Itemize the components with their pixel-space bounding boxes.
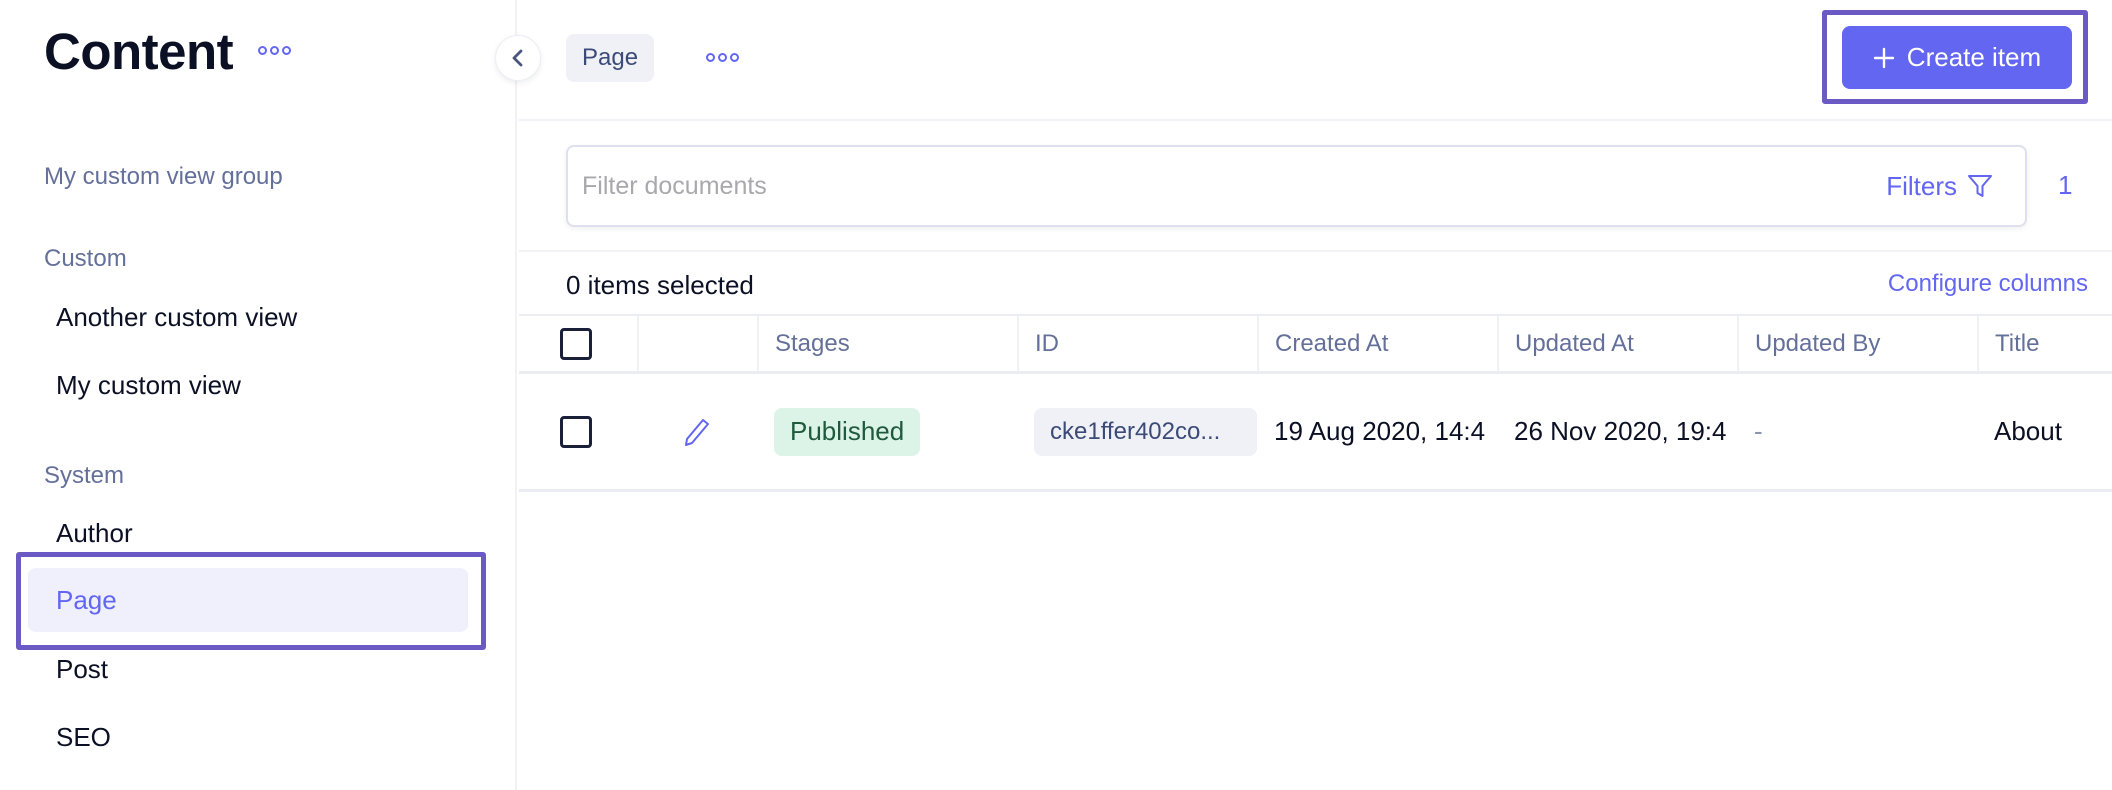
active-filter-count[interactable]: 1 <box>2058 170 2072 201</box>
divider <box>519 250 2112 252</box>
row-checkbox-cell <box>560 374 592 489</box>
column-header-updated-at[interactable]: Updated At <box>1497 316 1737 371</box>
sidebar: Content My custom view group Custom Anot… <box>0 0 517 790</box>
column-header-updated-by[interactable]: Updated By <box>1737 316 1977 371</box>
edit-cell <box>683 374 711 489</box>
sidebar-item-label: SEO <box>56 721 111 752</box>
column-header-id[interactable]: ID <box>1017 316 1257 371</box>
table-row[interactable]: Published cke1ffer402co... 19 Aug 2020, … <box>519 374 2112 492</box>
create-item-label: Create item <box>1906 42 2042 72</box>
chevron-left-icon <box>512 49 523 67</box>
filter-documents-input[interactable] <box>582 147 1782 225</box>
filters-label: Filters <box>1886 170 1957 201</box>
page-header: Page Create item <box>519 0 2112 121</box>
column-header-stages[interactable]: Stages <box>757 316 1017 371</box>
row-checkbox[interactable] <box>560 415 592 448</box>
sidebar-item-label: Post <box>56 653 109 684</box>
filter-bar: Filters <box>566 145 2027 227</box>
stage-cell: Published <box>774 374 921 489</box>
collapse-sidebar-button[interactable] <box>495 35 541 81</box>
sidebar-title: Content <box>44 23 234 80</box>
selected-count: 0 items selected <box>566 270 754 300</box>
create-item-button[interactable]: Create item <box>1842 26 2072 89</box>
filters-button[interactable]: Filters <box>1886 147 1993 225</box>
breadcrumb: Page <box>566 34 655 82</box>
more-horizontal-icon[interactable] <box>258 46 291 55</box>
documents-table: Stages ID Created At Updated At Updated … <box>519 314 2112 492</box>
title-cell: About <box>1994 416 2062 446</box>
sidebar-item-post[interactable]: Post <box>28 637 468 701</box>
status-badge: Published <box>774 407 921 456</box>
sidebar-item-label: Another custom view <box>56 301 298 332</box>
sidebar-item-another-custom-view[interactable]: Another custom view <box>28 285 468 349</box>
sidebar-item-author[interactable]: Author <box>28 501 468 565</box>
sidebar-section-custom: Custom <box>44 245 127 272</box>
funnel-icon <box>1968 175 1992 197</box>
sidebar-item-label: My custom view <box>56 369 241 400</box>
created-at-cell: 19 Aug 2020, 14:4 <box>1274 416 1486 446</box>
sidebar-item-my-custom-view[interactable]: My custom view <box>28 353 468 417</box>
column-select-all <box>519 316 637 371</box>
sidebar-section-system: System <box>44 462 125 489</box>
sidebar-item-label: Author <box>56 517 133 548</box>
plus-icon <box>1873 47 1894 68</box>
more-horizontal-icon[interactable] <box>706 53 739 62</box>
updated-at-cell: 26 Nov 2020, 19:4 <box>1514 416 1727 446</box>
column-header-created-at[interactable]: Created At <box>1257 316 1497 371</box>
configure-columns-link[interactable]: Configure columns <box>1888 270 2088 298</box>
sidebar-group-link[interactable]: My custom view group <box>44 163 283 191</box>
select-all-checkbox[interactable] <box>560 327 592 360</box>
sidebar-item-page[interactable]: Page <box>28 568 468 632</box>
id-chip: cke1ffer402co... <box>1034 407 1257 456</box>
pencil-icon[interactable] <box>683 417 711 447</box>
column-header-title[interactable]: Title <box>1977 316 2112 371</box>
column-edit <box>637 316 757 371</box>
id-cell: cke1ffer402co... <box>1034 374 1257 489</box>
sidebar-item-label: Page <box>56 584 117 615</box>
updated-by-cell: - <box>1754 416 1763 446</box>
sidebar-item-seo[interactable]: SEO <box>28 705 468 769</box>
table-header: Stages ID Created At Updated At Updated … <box>519 314 2112 374</box>
